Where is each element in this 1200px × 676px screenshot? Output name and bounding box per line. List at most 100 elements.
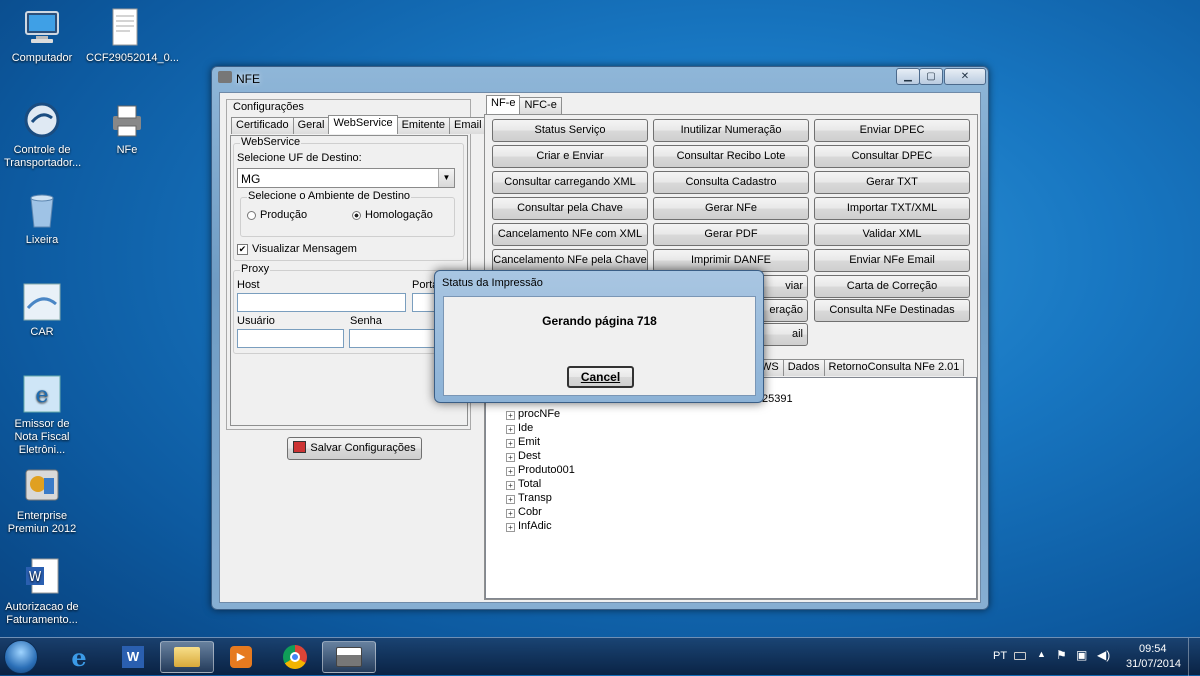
desktop-icon-car[interactable]: CAR [4, 282, 80, 339]
tab-certificado[interactable]: Certificado [231, 117, 294, 134]
action-button[interactable]: Consulta NFe Destinadas [814, 299, 970, 322]
action-button[interactable]: viar [760, 275, 808, 298]
salvar-configuracoes-button[interactable]: Salvar Configurações [287, 437, 422, 460]
action-button[interactable]: Consultar carregando XML [492, 171, 648, 194]
usuario-label: Usuário [237, 315, 275, 327]
action-button[interactable]: Status Serviço [492, 119, 648, 142]
taskbar-word[interactable]: W [106, 641, 160, 673]
expand-plus-icon[interactable]: + [506, 411, 515, 420]
tree-node-label: Dest [518, 450, 541, 462]
tree-node-label: procNFe [518, 408, 561, 420]
cancel-button[interactable]: Cancel [567, 366, 634, 388]
action-button[interactable]: Consultar pela Chave [492, 197, 648, 220]
desktop-icon-emissor-nf[interactable]: e Emissor de Nota Fiscal Eletrôni... [4, 374, 80, 457]
expand-plus-icon[interactable]: + [506, 425, 515, 434]
tree-node[interactable]: + procNFe [506, 407, 560, 421]
tree-node[interactable]: + Ide [506, 421, 533, 435]
host-input[interactable] [237, 293, 406, 312]
tab-nfe[interactable]: NF-e [486, 95, 521, 114]
host-label: Host [237, 279, 260, 291]
action-button[interactable]: Carta de Correção [814, 275, 970, 298]
expand-plus-icon[interactable]: + [506, 467, 515, 476]
desktop-icon-label: CAR [30, 326, 54, 338]
expand-plus-icon[interactable]: + [506, 523, 515, 532]
expand-plus-icon[interactable]: + [506, 481, 515, 490]
clock-date[interactable]: 31/07/2014 [1126, 658, 1181, 670]
desktop-icon-enterprise[interactable]: Enterprise Premiun 2012 [4, 466, 80, 536]
action-button[interactable]: Gerar PDF [653, 223, 809, 246]
desktop-icon-nfe[interactable]: NFe [89, 100, 165, 157]
action-button[interactable]: Validar XML [814, 223, 970, 246]
tree-node[interactable]: + Emit [506, 435, 540, 449]
expand-plus-icon[interactable]: + [506, 509, 515, 518]
tab-dados[interactable]: Dados [782, 359, 825, 376]
action-button[interactable]: Gerar TXT [814, 171, 970, 194]
action-button[interactable]: Cancelamento NFe com XML [492, 223, 648, 246]
desktop-icon-autorizacao[interactable]: W Autorizacao de Faturamento... [4, 557, 80, 627]
action-button[interactable]: Consultar Recibo Lote [653, 145, 809, 168]
action-center-flag-icon[interactable]: ⚑ [1056, 648, 1067, 662]
taskbar-nfe-app[interactable] [322, 641, 376, 673]
usuario-input[interactable] [237, 329, 344, 348]
computer-icon [22, 8, 62, 48]
tab-emitente[interactable]: Emitente [396, 117, 451, 134]
action-button[interactable]: Enviar NFe Email [814, 249, 970, 272]
tab-webservice[interactable]: WebService [328, 115, 398, 134]
taskbar-chrome[interactable] [268, 641, 322, 673]
homologacao-radio[interactable] [352, 211, 361, 220]
expand-plus-icon[interactable]: + [506, 495, 515, 504]
network-icon[interactable]: ▣ [1076, 648, 1087, 662]
tree-node[interactable]: + Cobr [506, 505, 542, 519]
taskbar-internet-explorer[interactable]: e [52, 641, 106, 673]
action-button[interactable]: eração [760, 299, 808, 322]
action-button[interactable]: Gerar NFe [653, 197, 809, 220]
maximize-button[interactable]: ▢ [919, 68, 943, 85]
clock-time[interactable]: 09:54 [1139, 643, 1167, 655]
action-button[interactable]: Cancelamento NFe pela Chave [492, 249, 648, 272]
desktop-icon-ccf-document[interactable]: CCF29052014_0... [86, 8, 179, 65]
uf-select[interactable]: MG ▼ [237, 168, 455, 188]
tree-node-label: Total [518, 478, 542, 490]
expand-plus-icon[interactable]: + [506, 439, 515, 448]
show-desktop-button[interactable] [1188, 638, 1200, 676]
action-button[interactable]: ail [760, 323, 808, 346]
desktop-icon-computador[interactable]: Computador [4, 8, 80, 65]
xml-tree-view[interactable]: 25391 + procNFe + Ide + Emit + Dest + Produto001 +… [485, 377, 977, 599]
producao-radio[interactable] [247, 211, 256, 220]
action-button[interactable]: Importar TXT/XML [814, 197, 970, 220]
language-indicator[interactable]: PT [993, 650, 1007, 662]
tab-nfce[interactable]: NFC-e [519, 97, 562, 114]
desktop-icon-controle-transportador[interactable]: Controle de Transportador... [4, 100, 81, 170]
tree-node[interactable]: + Produto001 [506, 463, 575, 477]
minimize-button[interactable]: ▁ [896, 68, 920, 85]
action-button[interactable]: Imprimir DANFE [653, 249, 809, 272]
keyboard-icon[interactable] [1014, 652, 1026, 660]
nfe-printer-icon [336, 647, 362, 667]
action-button[interactable]: Criar e Enviar [492, 145, 648, 168]
expand-plus-icon[interactable]: + [506, 453, 515, 462]
tree-node[interactable]: + Transp [506, 491, 552, 505]
close-button[interactable]: ✕ [944, 68, 986, 85]
desktop-icon-lixeira[interactable]: Lixeira [4, 190, 80, 247]
volume-icon[interactable]: ◀) [1097, 648, 1110, 662]
tree-node[interactable]: + Total [506, 477, 541, 491]
taskbar-media-player[interactable]: ▶ [214, 641, 268, 673]
taskbar-explorer[interactable] [160, 641, 214, 673]
tab-email[interactable]: Email [449, 117, 487, 134]
tree-node[interactable]: + Dest [506, 449, 541, 463]
action-button[interactable]: Inutilizar Numeração [653, 119, 809, 142]
print-status-dialog[interactable]: Status da Impressão Gerando página 718 C… [434, 270, 764, 403]
tree-node[interactable]: + InfAdic [506, 519, 552, 533]
visualizar-checkbox[interactable]: ✔ [237, 244, 248, 255]
show-hidden-icons-icon[interactable]: ▲ [1037, 649, 1046, 659]
action-button[interactable]: Consulta Cadastro [653, 171, 809, 194]
action-button[interactable]: Consultar DPEC [814, 145, 970, 168]
start-orb[interactable] [4, 640, 38, 674]
action-button[interactable]: Enviar DPEC [814, 119, 970, 142]
webservice-legend: WebService [240, 136, 302, 148]
tab-retornoconsulta[interactable]: RetornoConsulta NFe 2.01 [823, 359, 965, 376]
enterprise-icon [22, 466, 62, 506]
webservice-group: WebService Selecione UF de Destino: MG ▼… [233, 136, 464, 261]
tab-geral[interactable]: Geral [292, 117, 330, 134]
chevron-down-icon[interactable]: ▼ [438, 169, 454, 187]
